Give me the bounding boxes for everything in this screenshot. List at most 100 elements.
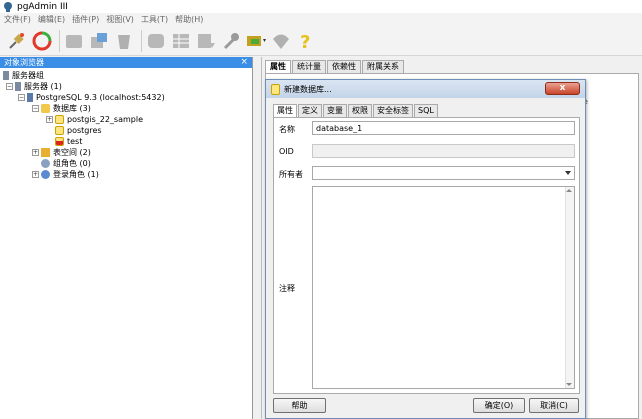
menu-plugins[interactable]: 插件(P) (72, 14, 99, 25)
connect-plug-icon[interactable] (6, 30, 28, 52)
tree-node-servers[interactable]: − 服务器 (1) (6, 81, 62, 92)
tree-label: PostgreSQL 9.3 (localhost:5432) (36, 93, 165, 102)
scroll-down-icon[interactable] (566, 383, 572, 386)
tab-dependents[interactable]: 附属关系 (362, 60, 404, 73)
oid-input (312, 144, 575, 158)
tab-definition[interactable]: 定义 (298, 104, 322, 117)
create-object-icon[interactable] (88, 30, 110, 52)
comment-scrollbar[interactable] (565, 187, 574, 388)
tree-label: 数据库 (3) (53, 104, 91, 113)
expand-toggle-icon[interactable]: + (46, 116, 53, 123)
name-label: 名称 (279, 125, 295, 134)
dialog-title-bar: 新建数据库... x (266, 80, 585, 98)
close-icon[interactable]: × (240, 58, 248, 67)
maintenance-wrench-icon[interactable] (220, 30, 242, 52)
tree-node-database[interactable]: postgres (55, 125, 102, 136)
collapse-toggle-icon[interactable]: − (18, 94, 25, 101)
help-button[interactable]: 帮助 (273, 398, 326, 413)
help-question-icon[interactable]: ? (295, 30, 317, 52)
server-group-icon (3, 71, 9, 80)
dropdown-arrow-icon (565, 171, 571, 175)
databases-icon (41, 104, 50, 113)
object-browser-panel: 对象浏览器 × 服务器组 − 服务器 (1) − PostgreSQL 9.3 … (0, 57, 253, 419)
sql-query-icon[interactable] (145, 30, 167, 52)
properties-tabs: 属性 统计量 依赖性 附属关系 (265, 60, 405, 73)
tree-node-server-group[interactable]: 服务器组 (3, 70, 44, 81)
tree-node-databases[interactable]: − 数据库 (3) (32, 103, 91, 114)
object-browser-title: 对象浏览器 (4, 58, 44, 67)
title-bar: pgAdmin III (0, 0, 642, 13)
tree-node-database[interactable]: + postgis_22_sample (46, 114, 143, 125)
plugins-icon[interactable] (245, 30, 267, 52)
expand-toggle-icon[interactable]: + (32, 149, 39, 156)
owner-label: 所有者 (279, 170, 303, 179)
ok-button[interactable]: 确定(O) (473, 398, 525, 413)
tab-privileges[interactable]: 权限 (348, 104, 372, 117)
tab-properties[interactable]: 属性 (265, 60, 291, 73)
tree-label: 服务器 (1) (24, 82, 62, 91)
dialog-body: 名称 OID 所有者 注释 (273, 117, 580, 394)
collapse-toggle-icon[interactable]: − (6, 83, 13, 90)
tab-dependencies[interactable]: 依赖性 (327, 60, 361, 73)
menu-file[interactable]: 文件(F) (4, 14, 31, 25)
tab-sql[interactable]: SQL (414, 104, 438, 117)
tablespaces-icon (41, 148, 50, 157)
svg-text:?: ? (300, 32, 310, 52)
cancel-button[interactable]: 取消(C) (529, 398, 579, 413)
tab-properties[interactable]: 属性 (273, 104, 297, 118)
menu-help[interactable]: 帮助(H) (175, 14, 203, 25)
name-input[interactable] (312, 121, 575, 135)
expand-toggle-icon[interactable]: + (32, 171, 39, 178)
server-icon (15, 82, 21, 91)
panel-splitter[interactable] (253, 57, 262, 419)
tree-label: 登录角色 (1) (53, 170, 99, 179)
menu-tools[interactable]: 工具(T) (141, 14, 168, 25)
tree-label: 表空间 (2) (53, 148, 91, 157)
close-button[interactable]: x (545, 82, 580, 95)
tab-statistics[interactable]: 统计量 (292, 60, 326, 73)
window-title: pgAdmin III (17, 1, 68, 12)
properties-icon[interactable] (63, 30, 85, 52)
menu-bar: 文件(F) 编辑(E) 插件(P) 视图(V) 工具(T) 帮助(H) (0, 13, 642, 26)
tree-label: postgis_22_sample (67, 115, 144, 124)
dialog-title: 新建数据库... (284, 84, 332, 94)
tree-node-database[interactable]: test (55, 136, 82, 147)
new-database-dialog: 新建数据库... x 属性 定义 变量 权限 安全标签 SQL 名称 OID 所… (265, 79, 586, 419)
database-disconnected-icon (55, 137, 64, 146)
toolbar-separator (141, 29, 142, 52)
tab-security-labels[interactable]: 安全标签 (373, 104, 413, 117)
scroll-up-icon[interactable] (566, 189, 572, 192)
database-icon (55, 115, 64, 124)
filtered-data-icon[interactable] (195, 30, 217, 52)
tree-label: postgres (67, 126, 102, 135)
object-browser-header: 对象浏览器 × (0, 57, 252, 68)
toolbar-separator (59, 29, 60, 52)
tree-node-tablespaces[interactable]: + 表空间 (2) (32, 147, 91, 158)
comment-textarea[interactable] (312, 186, 575, 389)
hint-icon[interactable] (270, 30, 292, 52)
collapse-toggle-icon[interactable]: − (32, 105, 39, 112)
tree-node-login-roles[interactable]: + 登录角色 (1) (32, 169, 99, 180)
oid-label: OID (279, 147, 294, 156)
menu-edit[interactable]: 编辑(E) (38, 14, 65, 25)
delete-object-icon[interactable] (113, 30, 135, 52)
owner-select[interactable] (312, 166, 575, 180)
view-data-icon[interactable] (170, 30, 192, 52)
login-roles-icon (41, 170, 50, 179)
pgadmin-elephant-icon (4, 1, 12, 12)
tree-label: test (67, 137, 83, 146)
tree-label: 服务器组 (12, 71, 44, 80)
menu-view[interactable]: 视图(V) (106, 14, 134, 25)
group-roles-icon (41, 159, 50, 168)
database-icon (271, 83, 280, 95)
tree-label: 组角色 (0) (53, 159, 91, 168)
refresh-icon[interactable] (31, 30, 53, 52)
dialog-tabs: 属性 定义 变量 权限 安全标签 SQL (273, 104, 439, 118)
comment-label: 注释 (279, 284, 295, 293)
database-icon (55, 126, 64, 135)
postgres-server-icon (27, 93, 33, 102)
toolbar: ? (0, 26, 642, 56)
tab-variables[interactable]: 变量 (323, 104, 347, 117)
tree-node-postgresql-server[interactable]: − PostgreSQL 9.3 (localhost:5432) (18, 92, 165, 103)
tree-node-group-roles[interactable]: 组角色 (0) (41, 158, 91, 169)
